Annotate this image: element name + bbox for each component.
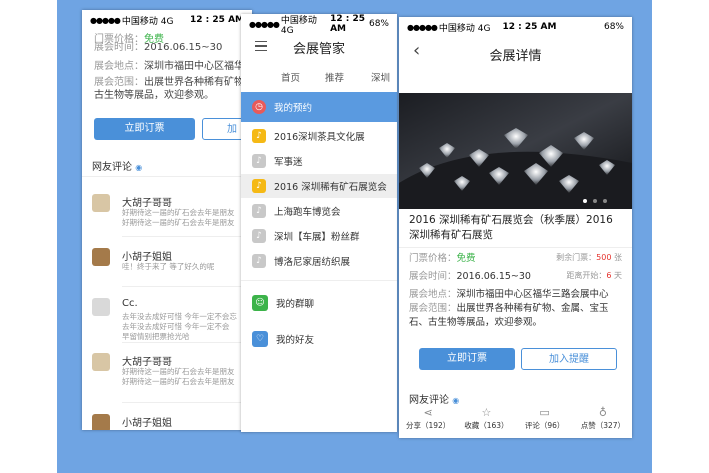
menu-item-selected[interactable]: ♪ 2016 深圳稀有矿石展览会 — [241, 174, 397, 198]
page-title: 会展详情 — [489, 49, 542, 64]
avatar[interactable] — [92, 248, 110, 266]
clock-icon: ◷ — [252, 100, 266, 114]
remaining-tickets: 剩余门票：500 张 — [556, 253, 622, 262]
carrier-text: 中国移动 4G — [121, 16, 174, 27]
action-bar: ⋖ 分享（192） ☆ 收藏（163） ▭ 评论（96） ♁ 点赞（327） — [399, 403, 632, 438]
phone-screen-event-detail: ●●●●● 中国移动 4G 12 : 25 AM 68% ‹ 会展详情 2016… — [399, 17, 632, 438]
comment-icon: ▭ — [539, 406, 550, 419]
group-icon: ☺ — [252, 295, 268, 311]
bell-icon: ♪ — [252, 204, 266, 218]
carrier-text: 中国移动 4G — [438, 23, 491, 34]
place-row: 展会地点：深圳市福田中心区福华三 — [94, 61, 252, 72]
bell-icon: ♪ — [252, 254, 266, 268]
like-button[interactable]: ♁ 点赞（327） — [574, 403, 632, 438]
avatar[interactable] — [92, 194, 110, 212]
event-title: 2016 深圳稀有矿石展览会（秋季展）2016 深圳稀有矿石展览 — [409, 214, 613, 241]
bell-icon: ♪ — [252, 179, 266, 193]
time-text: 12 : 25 AM — [330, 14, 365, 34]
time-row: 展会时间：2016.06.15~30 — [94, 42, 223, 53]
tab-shenzhen[interactable]: 深圳 — [371, 70, 390, 84]
avatar[interactable] — [92, 353, 110, 371]
phone-screen-event-comments: ●●●●● 中国移动 4G 12 : 25 AM 门票价格：免费 展会时间：20… — [82, 10, 252, 430]
menu-item[interactable]: ♪ 上海跑车博览会 — [241, 199, 397, 223]
share-button[interactable]: ⋖ 分享（192） — [399, 403, 457, 438]
menu-item[interactable]: ♪ 博洛尼家居纺织展 — [241, 249, 397, 273]
avatar[interactable] — [92, 414, 110, 430]
page-title: 会展管家 — [292, 42, 345, 57]
star-icon: ☆ — [481, 406, 492, 419]
bell-icon: ♪ — [252, 154, 266, 168]
buy-ticket-button[interactable]: 立即订票 — [419, 348, 515, 370]
time-text: 12 : 25 AM — [502, 22, 557, 32]
banner-image[interactable] — [399, 93, 632, 209]
range-row: 展会范围：出展世界各种稀有矿物、金属、宝玉石、古生物等展品，欢迎参观。 — [409, 303, 609, 328]
place-row: 展会地点：深圳市福田中心区福华三路会展中心 — [409, 289, 609, 300]
price-row: 门票价格：免费 — [409, 253, 476, 264]
comment-item: 小胡子姐姐 哇！终于来了 等了好久的呢 — [92, 248, 252, 278]
menu-item[interactable]: ♪ 军事迷 — [241, 149, 397, 173]
comment-item: 大胡子哥哥 好期待这一届的矿石会去年是朋友 好期待这一届的矿石会去年是朋友 — [92, 194, 252, 234]
signal-icon: ●●●●● — [90, 15, 121, 25]
phone-screen-menu: ●●●●● 中国移动 4G 12 : 25 AM 68% 会展管家 首页 推荐 … — [241, 14, 397, 432]
status-bar: ●●●●● 中国移动 4G 12 : 25 AM 68% — [399, 17, 632, 37]
divider — [122, 402, 252, 403]
add-reminder-button[interactable]: 加入提醒 — [521, 348, 617, 370]
countdown: 距离开始：6 天 — [566, 271, 622, 280]
divider — [241, 280, 397, 281]
battery-text: 68% — [368, 19, 389, 29]
divider — [122, 286, 252, 287]
menu-item[interactable]: ♪ 2016深圳茶具文化展 — [241, 124, 397, 148]
menu-item[interactable]: ♪ 深圳【车展】粉丝群 — [241, 224, 397, 248]
buy-ticket-button[interactable]: 立即订票 — [94, 118, 195, 140]
comment-item: 小胡子姐姐 — [92, 414, 252, 430]
divider — [122, 236, 252, 237]
tab-home[interactable]: 首页 — [281, 70, 300, 84]
comment-item: 大胡子哥哥 好期待这一届的矿石会去年是朋友 好期待这一届的矿石会去年是朋友 好期… — [92, 353, 252, 397]
battery-text: 68% — [603, 22, 624, 32]
range-row-2: 古生物等展品，欢迎参观。 — [94, 90, 214, 101]
menu-item-my-groups[interactable]: ☺ 我的群聊 — [241, 290, 397, 316]
menu-item-my-friends[interactable]: ♡ 我的好友 — [241, 326, 397, 352]
divider — [399, 247, 632, 248]
dot-icon: ◉ — [135, 163, 143, 172]
bell-icon: ♪ — [252, 229, 266, 243]
status-bar: ●●●●● 中国移动 4G 12 : 25 AM — [82, 10, 252, 30]
diamonds-illustration — [399, 93, 632, 209]
comments-title: 网友评论 ◉ — [92, 162, 143, 173]
comment-item: Cc. 去年没去成好可惜 今年一定不会忘 去年没去成好可惜 今年一定不会 早留情… — [92, 298, 252, 341]
avatar[interactable] — [92, 298, 110, 316]
tab-recommend[interactable]: 推荐 — [325, 70, 344, 84]
status-bar: ●●●●● 中国移动 4G 12 : 25 AM 68% — [241, 14, 397, 36]
carrier-text: 中国移动 4G — [280, 15, 317, 36]
signal-icon: ●●●●● — [407, 22, 438, 32]
favorite-button[interactable]: ☆ 收藏（163） — [457, 403, 515, 438]
bell-icon: ♪ — [252, 129, 266, 143]
time-row: 展会时间：2016.06.15~30 — [409, 271, 531, 282]
comment-button[interactable]: ▭ 评论（96） — [516, 403, 574, 438]
time-text: 12 : 25 AM — [190, 15, 244, 25]
divider — [122, 342, 252, 343]
thumbs-up-icon: ♁ — [598, 406, 607, 419]
menu-item-my-booking[interactable]: ◷ 我的预约 — [241, 92, 397, 122]
signal-icon: ●●●●● — [249, 19, 280, 29]
divider — [82, 176, 252, 177]
share-icon: ⋖ — [423, 406, 433, 419]
heart-icon: ♡ — [252, 331, 268, 347]
